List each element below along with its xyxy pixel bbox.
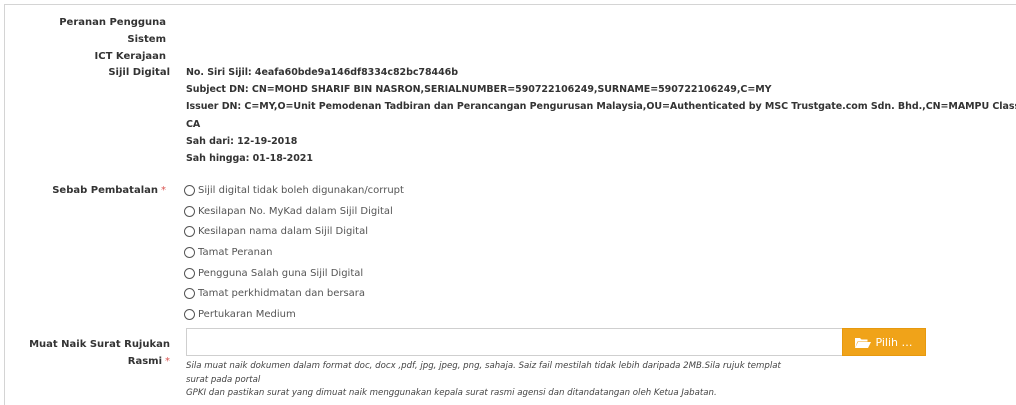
radio-button[interactable] xyxy=(184,267,195,279)
radio-button[interactable] xyxy=(184,288,195,300)
sijil-digital-label: Sijil Digital xyxy=(108,67,170,78)
cert-valid-to: Sah hingga: 01-18-2021 xyxy=(186,153,313,165)
cert-subject-dn: Subject DN: CN=MOHD SHARIF BIN NASRON,SE… xyxy=(186,84,772,96)
reason-option-tamat-peranan[interactable]: Tamat Peranan xyxy=(184,242,404,263)
file-upload-group: Pilih … xyxy=(186,328,926,356)
radio-button[interactable] xyxy=(184,246,195,258)
file-name-field[interactable] xyxy=(186,328,842,356)
radio-button[interactable] xyxy=(184,308,195,320)
reason-option-misuse[interactable]: Pengguna Salah guna Sijil Digital xyxy=(184,263,404,284)
cert-issuer-dn: Issuer DN: C=MY,O=Unit Pemodenan Tadbira… xyxy=(186,101,1016,113)
required-mark: * xyxy=(165,356,170,367)
upload-label: Muat Naik Surat Rujukan Rasmi * xyxy=(29,339,170,367)
certificate-details: No. Siri Sijil: 4eafa60bde9a146df8334c82… xyxy=(186,64,1016,167)
cert-valid-from: Sah dari: 12-19-2018 xyxy=(186,135,298,147)
required-mark: * xyxy=(161,185,166,196)
reason-radio-group: Sijil digital tidak boleh digunakan/corr… xyxy=(184,180,404,325)
radio-button[interactable] xyxy=(184,184,195,196)
reason-option-corrupt[interactable]: Sijil digital tidak boleh digunakan/corr… xyxy=(184,180,404,201)
cert-serial: No. Siri Sijil: 4eafa60bde9a146df8334c82… xyxy=(186,67,458,78)
reason-option-mykad-error[interactable]: Kesilapan No. MyKad dalam Sijil Digital xyxy=(184,201,404,222)
reason-option-name-error[interactable]: Kesilapan nama dalam Sijil Digital xyxy=(184,221,404,242)
cert-issuer-dn-cont: CA xyxy=(186,118,201,130)
reason-option-retired[interactable]: Tamat perkhidmatan dan bersara xyxy=(184,283,404,304)
upload-help-text: Sila muat naik dokumen dalam format doc,… xyxy=(186,361,781,398)
radio-button[interactable] xyxy=(184,226,195,238)
reason-option-medium-change[interactable]: Pertukaran Medium xyxy=(184,304,404,325)
radio-button[interactable] xyxy=(184,205,195,217)
folder-open-icon xyxy=(855,337,872,348)
browse-file-button[interactable]: Pilih … xyxy=(842,328,926,356)
peranan-label: Peranan Pengguna Sistem ICT Kerajaan xyxy=(59,17,166,62)
sebab-pembatalan-label: Sebab Pembatalan * xyxy=(52,185,166,196)
